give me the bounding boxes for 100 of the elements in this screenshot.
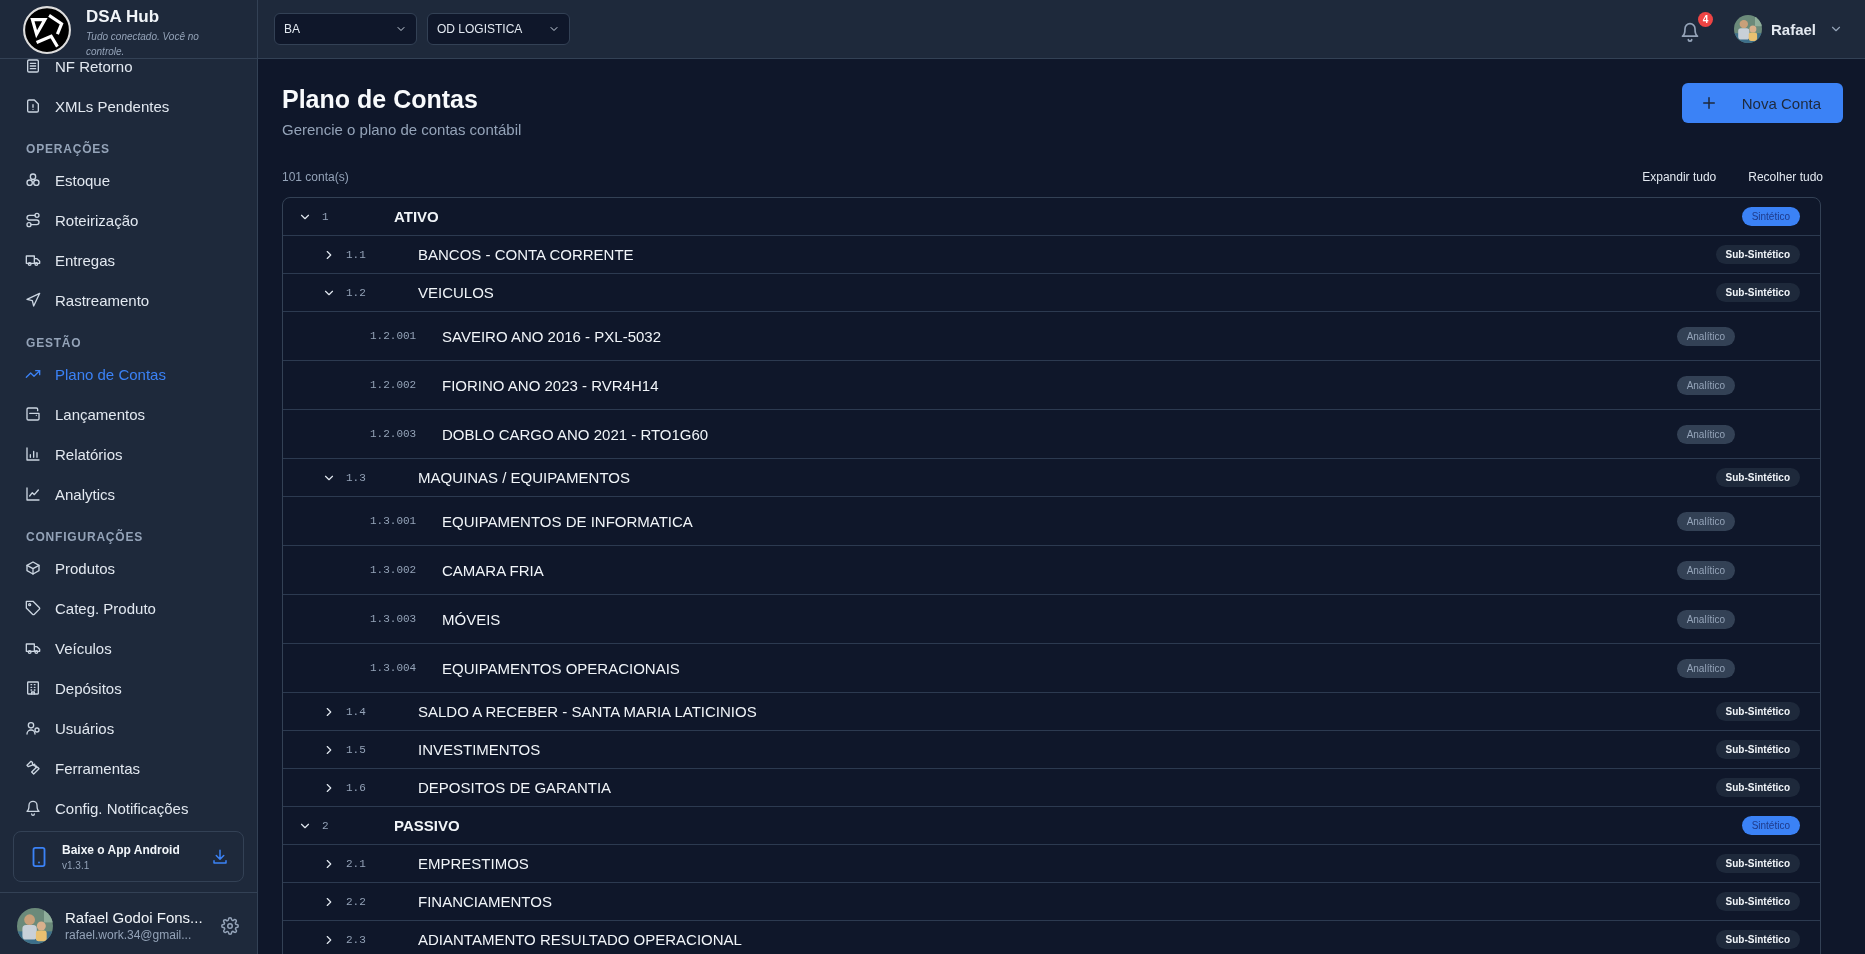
tree-row[interactable]: 1.4 SALDO A RECEBER - SANTA MARIA LATICINIOS Sub-Sintético [283,693,1820,731]
sidebar-item[interactable]: Ferramentas [0,748,257,788]
account-name: INVESTIMENTOS [418,741,542,758]
app-version: v1.3.1 [62,859,91,871]
select-field[interactable]: BA [274,13,417,45]
page-subtitle: Gerencie o plano de contas contábil [282,121,523,138]
tree-row[interactable]: 1.6 DEPOSITOS DE GARANTIA Sub-Sintético [283,769,1820,807]
account-code: 1.2.003 [370,428,418,440]
account-code: 1.4 [346,705,367,718]
logo-icon [22,5,72,55]
user-name: Rafael Godoi Fons... [65,909,203,926]
account-name: DEPOSITOS DE GARANTIA [418,779,613,796]
account-name: FINANCIAMENTOS [418,893,553,910]
account-name: EQUIPAMENTOS OPERACIONAIS [442,659,681,677]
truck-icon [25,252,41,268]
account-code: 1.3.003 [370,613,418,625]
building-icon [25,680,41,696]
send-icon [25,292,41,308]
sidebar-item[interactable]: XMLs Pendentes [0,86,257,126]
tree-row[interactable]: 1.5 INVESTIMENTOS Sub-Sintético [283,731,1820,769]
account-type-badge: Sub-Sintético [1715,468,1800,487]
section-label: GESTÃO [25,334,83,352]
line-chart-icon [25,486,41,502]
sidebar-item[interactable]: Entregas [0,240,257,280]
sidebar-item[interactable]: Analytics [0,474,257,514]
account-code: 1.2.002 [370,379,418,391]
sidebar-item[interactable]: Produtos [0,548,257,588]
sidebar-item[interactable]: Plano de Contas [0,354,257,394]
tree-row[interactable]: 1.3.003 MÓVEIS Analítico [283,595,1820,644]
app-tagline: Tudo conectado. Você no controle. [86,30,200,59]
tree-row[interactable]: 1.2.003 DOBLO CARGO ANO 2021 - RTO1G60 Analítico [283,410,1820,459]
sidebar-item[interactable]: Lançamentos [0,394,257,434]
account-name: ADIANTAMENTO RESULTADO OPERACIONAL [418,931,743,948]
new-account-button[interactable]: Nova Conta [1681,83,1843,123]
account-code: 1.5 [346,743,367,756]
toolbar-link[interactable]: Expandir tudo [1632,164,1727,190]
account-name: BANCOS - CONTA CORRENTE [418,246,635,263]
tree-row[interactable]: 1.3.002 CAMARA FRIA Analítico [283,546,1820,595]
file-alert-icon [25,98,41,114]
account-type-badge: Sub-Sintético [1715,283,1800,302]
account-type-badge: Sub-Sintético [1715,245,1800,264]
sidebar-item[interactable]: Categ. Produto [0,588,257,628]
app-download-card[interactable]: Baixe o App Android v1.3.1 [13,831,244,882]
tree-row[interactable]: 2.3 ADIANTAMENTO RESULTADO OPERACIONAL Sub-Sintético [283,921,1820,954]
sidebar-item[interactable]: Roteirização [0,200,257,240]
list-icon [25,59,41,74]
account-code: 1.3.001 [370,515,418,527]
tree-row[interactable]: 1.3 MAQUINAS / EQUIPAMENTOS Sub-Sintético [283,459,1820,497]
sidebar-item[interactable]: Veículos [0,628,257,668]
app-title: DSA Hub [86,7,161,27]
tree-row[interactable]: 2.1 EMPRESTIMOS Sub-Sintético [283,845,1820,883]
sidebar-item[interactable]: Usuários [0,708,257,748]
toolbar-link[interactable]: Recolher tudo [1738,164,1833,190]
tree-row[interactable]: 1.1 BANCOS - CONTA CORRENTE Sub-Sintético [283,236,1820,274]
tree-row[interactable]: 1.2.002 FIORINO ANO 2023 - RVR4H14 Analítico [283,361,1820,410]
account-name: SALDO A RECEBER - SANTA MARIA LATICINIOS [418,703,758,720]
tree-row[interactable]: 1.2.001 SAVEIRO ANO 2016 - PXL-5032 Analítico [283,312,1820,361]
sidebar-item[interactable]: Relatórios [0,434,257,474]
account-type-badge: Sub-Sintético [1715,930,1800,949]
sidebar-item[interactable]: Estoque [0,160,257,200]
account-code: 1.3 [346,471,367,484]
app-card-title: Baixe o App Android [62,842,180,857]
tree-row[interactable]: 1 ATIVO Sintético [283,198,1820,236]
account-type-badge: Sintético [1741,816,1800,835]
user-email: rafael.work.34@gmail... [65,928,193,942]
sidebar-item[interactable]: Depósitos [0,668,257,708]
account-name: EMPRESTIMOS [418,855,530,872]
account-type-badge: Analítico [1676,609,1735,629]
select-field[interactable]: OD LOGISTICA [427,13,570,45]
account-code: 2.3 [346,933,367,946]
notifications-button[interactable]: 4 [1673,10,1714,48]
settings-button[interactable] [221,916,239,935]
account-type-badge: Sub-Sintético [1715,778,1800,797]
account-code: 1.2.001 [370,330,418,342]
user-menu[interactable]: Rafael [1733,15,1843,43]
package-icon [25,560,41,576]
account-code: 2 [322,819,330,832]
account-name: FIORINO ANO 2023 - RVR4H14 [442,376,660,394]
tree-row[interactable]: 2.2 FINANCIAMENTOS Sub-Sintético [283,883,1820,921]
sidebar-item[interactable]: Config. Notificações [0,788,257,823]
account-name: EQUIPAMENTOS DE INFORMATICA [442,512,694,530]
sidebar-item[interactable]: Rastreamento [0,280,257,320]
account-type-badge: Sub-Sintético [1715,740,1800,759]
account-type-badge: Analítico [1676,326,1735,346]
tree-row[interactable]: 1.3.004 EQUIPAMENTOS OPERACIONAIS Analítico [283,644,1820,693]
account-name: MÓVEIS [442,610,502,628]
section-label: CONFIGURAÇÕES [25,528,145,546]
tree-row[interactable]: 1.3.001 EQUIPAMENTOS DE INFORMATICA Analítico [283,497,1820,546]
bell-icon [25,800,41,816]
sidebar-item[interactable]: NF Retorno [0,59,257,86]
account-type-badge: Sub-Sintético [1715,854,1800,873]
account-code: 1.3.004 [370,662,418,674]
account-code: 2.2 [346,895,367,908]
tree-row[interactable]: 1.2 VEICULOS Sub-Sintético [283,274,1820,312]
account-type-badge: Analítico [1676,560,1735,580]
tree-row[interactable]: 2 PASSIVO Sintético [283,807,1820,845]
account-name: ATIVO [394,208,440,225]
account-type-badge: Analítico [1676,424,1735,444]
account-name: DOBLO CARGO ANO 2021 - RTO1G60 [442,425,710,443]
tag-icon [25,600,41,616]
